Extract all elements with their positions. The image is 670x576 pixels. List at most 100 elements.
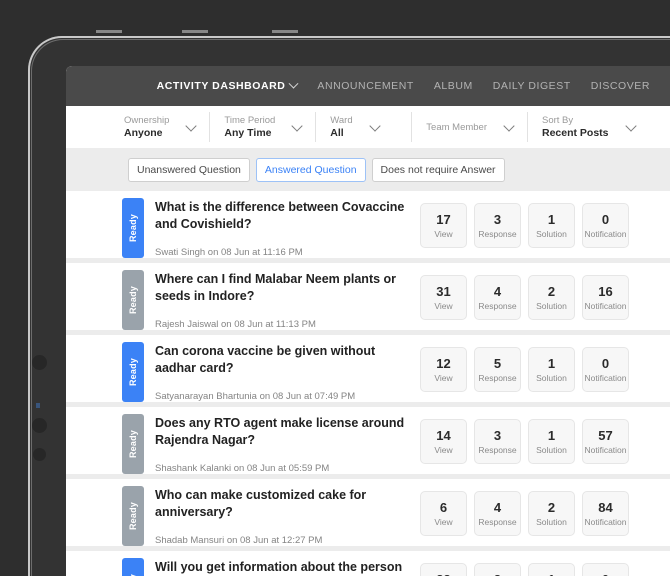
stat-view[interactable]: 14 View <box>420 419 467 464</box>
nav-item-discover[interactable]: DISCOVER <box>591 80 650 92</box>
stat-solution[interactable]: 1Solution <box>528 347 575 392</box>
question-title[interactable]: Will you get information about the perso… <box>155 559 417 576</box>
stat-label: Solution <box>536 301 567 311</box>
stat-value: 3 <box>494 572 501 576</box>
bezel-sensor-dot-1 <box>32 355 47 370</box>
question-author-timestamp: Satyanarayan Bhartunia on 08 Jun at 07:4… <box>155 391 356 402</box>
stat-value: 2 <box>547 500 556 515</box>
nav-item-album[interactable]: ALBUM <box>434 80 473 92</box>
stat-view[interactable]: 17 View <box>420 203 467 248</box>
stat-value: 1 <box>547 212 556 227</box>
stat-response[interactable]: 3Response <box>474 563 521 576</box>
question-title[interactable]: Who can make customized cake for anniver… <box>155 487 417 521</box>
stat-view[interactable]: 23View <box>420 563 467 576</box>
question-card[interactable]: Ready What is the difference between Cova… <box>66 191 670 258</box>
stat-response[interactable]: 3 Response <box>474 203 521 248</box>
stat-solution[interactable]: 1Solution <box>528 203 575 248</box>
stat-value: 3 <box>493 212 502 227</box>
question-author-timestamp: Shadab Mansuri on 08 Jun at 12:27 PM <box>155 535 323 546</box>
stat-value: 0 <box>601 356 610 371</box>
stat-response[interactable]: 5 Response <box>474 347 521 392</box>
stat-value: 31 <box>436 284 451 299</box>
question-card[interactable]: Ready Can corona vaccine be given without… <box>66 335 670 402</box>
stat-solution[interactable]: 2 Solution <box>528 491 575 536</box>
question-title[interactable]: What is the difference between Covaccine… <box>155 199 417 233</box>
stat-view[interactable]: 12 View <box>420 347 467 392</box>
tab-does-not-require-answer[interactable]: Does not require Answer <box>371 158 505 182</box>
filter-team-member[interactable]: Team Member <box>426 112 528 142</box>
question-author-timestamp: Swati Singh on 08 Jun at 11:16 PM <box>155 247 303 258</box>
status-badge: Ready <box>122 414 144 474</box>
stat-label: Notification <box>584 517 627 527</box>
filter-ward[interactable]: Ward All <box>330 112 413 142</box>
top-navigation-bar: ACTIVITY DASHBOARD ANNOUNCEMENT ALBUM DAILY… <box>66 66 670 106</box>
stat-notification[interactable]: 0Notification <box>582 563 629 576</box>
tab-unanswered-question[interactable]: Unanswered Question <box>128 158 250 182</box>
question-stats: 12 View 5 Response 1 Solution 0 Notification <box>420 335 629 402</box>
question-stats: 31 View 4 Response 2 Solution 16 Notification <box>420 263 629 330</box>
status-badge-label: Ready <box>128 501 138 530</box>
stat-notification[interactable]: 16 Notification <box>582 275 629 320</box>
question-card[interactable]: Ready Will you get information about the … <box>66 551 670 576</box>
stat-label: Response <box>478 517 517 527</box>
stat-value: 0 <box>601 212 610 227</box>
chevron-down-icon[interactable] <box>368 119 381 132</box>
stat-value: 23 <box>436 572 450 576</box>
nav-item-announcement[interactable]: ANNOUNCEMENT <box>317 80 413 92</box>
bezel-led-indicator <box>36 403 40 408</box>
stat-response[interactable]: 4 Response <box>474 275 521 320</box>
filter-value: Recent Posts <box>542 127 609 139</box>
status-badge: Ready <box>122 198 144 258</box>
stat-solution[interactable]: 1Solution <box>528 563 575 576</box>
main-content-area: Unanswered Question Answered Question Does… <box>66 148 670 576</box>
stat-solution[interactable]: 2 Solution <box>528 275 575 320</box>
status-badge-label: Ready <box>128 357 138 386</box>
stat-label: View <box>434 373 453 383</box>
stat-value: 4 <box>493 284 502 299</box>
bezel-antenna-line-2 <box>182 30 208 33</box>
stat-notification[interactable]: 0 Notification <box>582 347 629 392</box>
status-badge-label: Ready <box>128 285 138 314</box>
tablet-screen: ACTIVITY DASHBOARD ANNOUNCEMENT ALBUM DAILY… <box>66 66 670 576</box>
question-author-timestamp: Shashank Kalanki on 08 Jun at 05:59 PM <box>155 463 330 474</box>
stat-value: 84 <box>598 500 613 515</box>
bezel-sensor-dot-3 <box>33 448 46 461</box>
chevron-down-icon[interactable] <box>185 119 198 132</box>
stat-label: View <box>434 517 453 527</box>
stat-value: 57 <box>598 428 613 443</box>
chevron-down-icon[interactable] <box>503 119 515 132</box>
nav-item-activity-dashboard[interactable]: ACTIVITY DASHBOARD <box>156 78 299 92</box>
filter-time-period[interactable]: Time Period Any Time <box>224 112 317 142</box>
nav-item-daily-digest[interactable]: DAILY DIGEST <box>493 80 571 92</box>
stat-label: Notification <box>584 373 627 383</box>
stat-value: 0 <box>602 572 609 576</box>
stat-value: 12 <box>436 356 451 371</box>
question-card[interactable]: Ready Where can I find Malabar Neem plant… <box>66 263 670 330</box>
nav-item-label: ANNOUNCEMENT <box>317 80 414 92</box>
stat-notification[interactable]: 84 Notification <box>582 491 629 536</box>
stat-notification[interactable]: 57 Notification <box>582 419 629 464</box>
question-author-timestamp: Rajesh Jaiswal on 08 Jun at 11:13 PM <box>155 319 316 330</box>
stat-label: Notification <box>584 445 627 455</box>
question-title[interactable]: Where can I find Malabar Neem plants or … <box>155 271 417 305</box>
stat-notification[interactable]: 0Notification <box>582 203 629 248</box>
question-title[interactable]: Can corona vaccine be given without aadh… <box>155 343 417 377</box>
nav-item-label: ACTIVITY DASHBOARD <box>156 80 286 92</box>
stat-view[interactable]: 6 View <box>420 491 467 536</box>
status-badge: Ready <box>122 558 144 576</box>
chevron-down-icon[interactable] <box>624 119 637 132</box>
stat-response[interactable]: 3Response <box>474 419 521 464</box>
question-card[interactable]: Ready Who can make customized cake for an… <box>66 479 670 546</box>
tab-answered-question[interactable]: Answered Question <box>255 158 366 182</box>
filter-ownership[interactable]: Ownership Anyone <box>124 112 211 142</box>
stat-solution[interactable]: 1Solution <box>528 419 575 464</box>
status-badge-label: Ready <box>128 429 138 458</box>
question-card[interactable]: Ready Does any RTO agent make license aro… <box>66 407 670 474</box>
stat-view[interactable]: 31 View <box>420 275 467 320</box>
question-title[interactable]: Does any RTO agent make license around R… <box>155 415 417 449</box>
stat-label: Response <box>478 229 517 239</box>
filter-sort-by[interactable]: Sort By Recent Posts <box>542 112 649 142</box>
stat-response[interactable]: 4 Response <box>474 491 521 536</box>
chevron-down-icon[interactable] <box>291 119 303 132</box>
nav-item-label: DISCOVER <box>590 80 650 92</box>
